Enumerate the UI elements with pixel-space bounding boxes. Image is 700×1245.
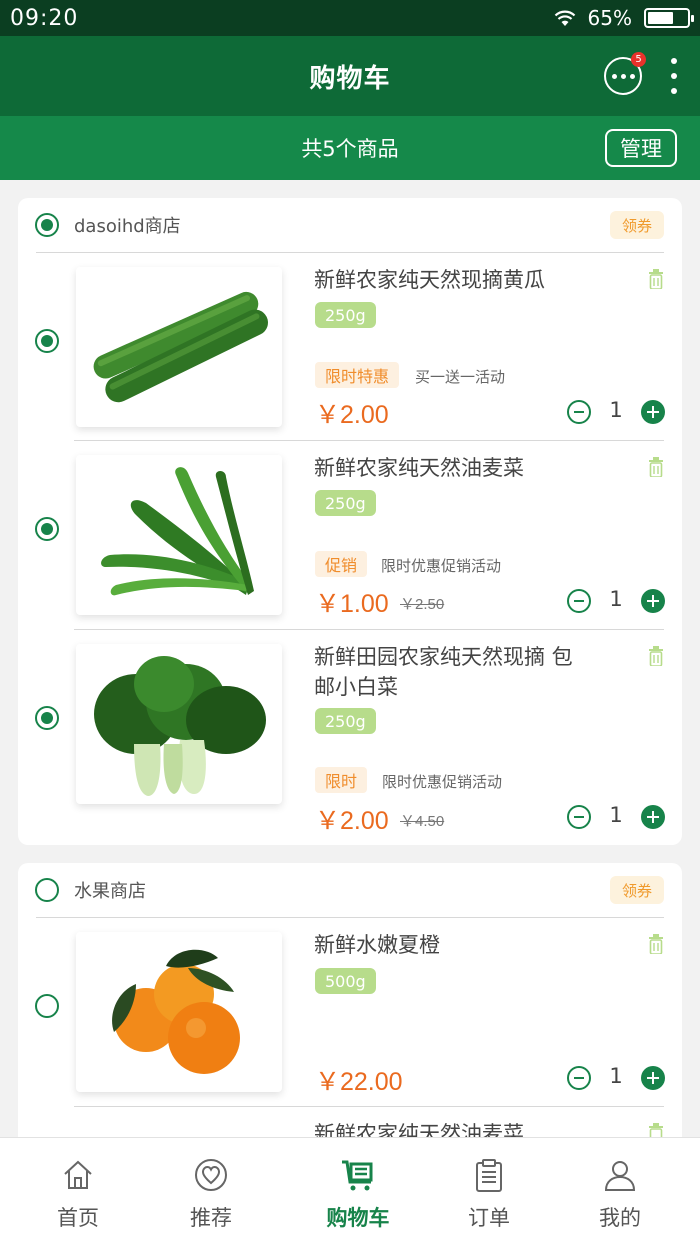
store-name[interactable]: 水果商店 [74,877,146,903]
quantity-value[interactable]: 1 [606,587,626,611]
item-count-text: 共5个商品 [301,137,399,161]
trash-icon[interactable] [648,646,664,666]
message-button[interactable]: 5 [604,52,646,95]
store-select-radio[interactable] [35,213,59,237]
cucumber-image[interactable] [76,267,282,427]
more-menu-icon[interactable] [668,56,680,96]
user-icon [604,1161,636,1191]
store-header: 水果商店 领券 [18,863,682,917]
quantity-decrease-button[interactable] [567,805,591,829]
cart-item: 新鲜田园农家纯天然现摘 包邮小白菜 250g 限时 限时优惠促销活动 ￥2.00… [18,630,682,840]
nav-profile[interactable]: 我的 [560,1138,680,1245]
quantity-increase-button[interactable] [641,1066,665,1090]
coupon-button[interactable]: 领券 [610,876,664,904]
store-header: dasoihd商店 领券 [18,198,682,252]
item-title[interactable]: 新鲜田园农家纯天然现摘 包邮小白菜 [314,642,584,702]
trash-icon[interactable] [648,457,664,477]
item-title[interactable]: 新鲜水嫩夏橙 [314,930,584,960]
trash-icon[interactable] [648,934,664,954]
battery-percent: 65% [587,6,632,30]
store-name[interactable]: dasoihd商店 [74,212,181,238]
cart-item: 新鲜水嫩夏橙 500g ￥22.00 1 [18,918,682,1106]
quantity-decrease-button[interactable] [567,1066,591,1090]
original-price: ￥2.50 [400,596,445,613]
item-price: ￥1.00 [315,590,389,618]
cart-item: 新鲜农家纯天然现摘黄瓜 250g 限时特惠 买一送一活动 ￥2.00 1 [18,253,682,441]
nav-cart[interactable]: 购物车 [298,1138,418,1245]
item-spec: 250g [315,302,376,328]
quantity-decrease-button[interactable] [567,400,591,424]
coupon-button[interactable]: 领券 [610,211,664,239]
nav-label: 订单 [468,1206,510,1230]
quantity-value[interactable]: 1 [606,803,626,827]
promo-tag: 促销 [315,551,368,577]
item-select-radio[interactable] [35,517,59,541]
status-time: 09:20 [10,5,79,31]
app-header: 购物车 5 [0,36,700,116]
quantity-increase-button[interactable] [641,805,665,829]
original-price: ￥4.50 [400,813,445,830]
item-spec: 250g [315,708,376,734]
nav-home[interactable]: 首页 [18,1138,138,1245]
store-card: dasoihd商店 领券 新鲜农家纯天然现摘黄瓜 250g 限时特惠 买一送一活… [18,198,682,845]
item-select-radio[interactable] [35,329,59,353]
item-spec: 500g [315,968,376,994]
orange-image[interactable] [76,932,282,1092]
message-badge: 5 [631,52,646,67]
clipboard-icon [476,1159,502,1192]
page-title: 购物车 [309,63,391,94]
nav-label: 购物车 [326,1206,390,1230]
wifi-icon [554,10,575,26]
promo-tag: 限时 [315,767,368,793]
quantity-decrease-button[interactable] [567,589,591,613]
promo-text: 限时优惠促销活动 [381,557,502,575]
heart-icon [195,1159,227,1191]
promo-text: 买一送一活动 [415,368,506,386]
item-select-radio[interactable] [35,706,59,730]
nav-recommend[interactable]: 推荐 [151,1138,271,1245]
item-title[interactable]: 新鲜农家纯天然现摘黄瓜 [314,265,584,295]
quantity-increase-button[interactable] [641,589,665,613]
item-price: ￥2.00 [315,807,389,835]
cart-icon [342,1160,373,1191]
store-card: 水果商店 领券 新鲜水嫩夏橙 500g ￥22.00 1 新鲜农家纯天然油麦菜 [18,863,682,1163]
promo-tag: 限时特惠 [315,362,400,388]
bottom-nav: 首页 推荐 购物车 订单 我的 [0,1137,700,1245]
cart-item: 新鲜农家纯天然油麦菜 250g 促销 限时优惠促销活动 ￥1.00 ￥2.50 … [18,441,682,629]
nav-label: 首页 [57,1206,99,1230]
promo-text: 限时优惠促销活动 [382,773,503,791]
quantity-value[interactable]: 1 [606,398,626,422]
manage-button[interactable]: 管理 [605,129,677,167]
item-title[interactable]: 新鲜农家纯天然油麦菜 [314,453,584,483]
quantity-increase-button[interactable] [641,400,665,424]
status-indicators: 65% [554,6,694,30]
item-spec: 250g [315,490,376,516]
bok-choy-image[interactable] [76,644,282,804]
quantity-value[interactable]: 1 [606,1064,626,1088]
item-select-radio[interactable] [35,994,59,1018]
nav-label: 推荐 [190,1206,232,1230]
battery-icon [644,8,694,28]
nav-label: 我的 [599,1206,641,1230]
home-icon [64,1160,92,1189]
cart-summary-bar: 共5个商品 管理 [0,116,700,180]
item-price: ￥22.00 [315,1068,403,1096]
store-select-radio[interactable] [35,878,59,902]
lettuce-image[interactable] [76,455,282,615]
status-bar: 09:20 65% [0,0,700,36]
nav-orders[interactable]: 订单 [429,1138,549,1245]
item-price: ￥2.00 [315,401,389,429]
trash-icon[interactable] [648,269,664,289]
